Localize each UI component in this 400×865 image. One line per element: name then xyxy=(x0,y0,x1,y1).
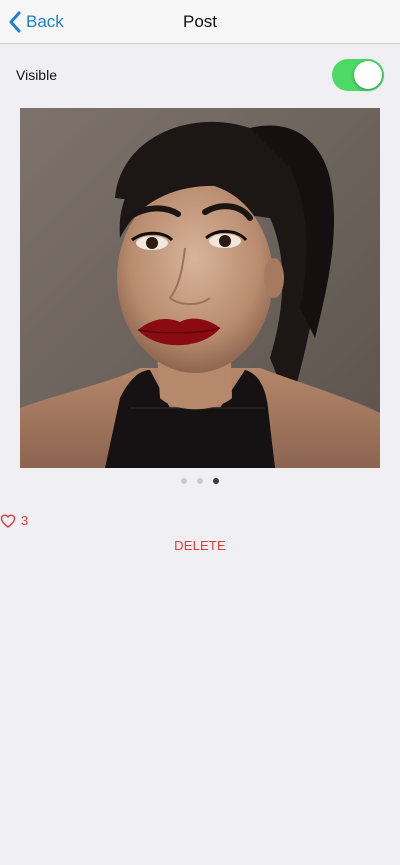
heart-outline-icon xyxy=(0,514,16,528)
delete-button[interactable]: DELETE xyxy=(0,538,400,553)
pager-dot[interactable] xyxy=(181,478,187,484)
likes-button[interactable]: 3 xyxy=(0,513,28,528)
photo-pager[interactable] xyxy=(0,478,400,484)
post-photo[interactable] xyxy=(20,108,380,468)
pager-dot[interactable] xyxy=(197,478,203,484)
visibility-row: Visible xyxy=(0,44,400,108)
visibility-toggle[interactable] xyxy=(332,59,384,91)
likes-count: 3 xyxy=(21,513,29,528)
visibility-label: Visible xyxy=(16,67,57,83)
portrait-image xyxy=(20,108,380,468)
page-title: Post xyxy=(182,12,218,31)
pager-dot-active[interactable] xyxy=(213,478,219,484)
toggle-knob xyxy=(354,61,382,89)
navigation-bar: Back Post xyxy=(0,0,400,44)
